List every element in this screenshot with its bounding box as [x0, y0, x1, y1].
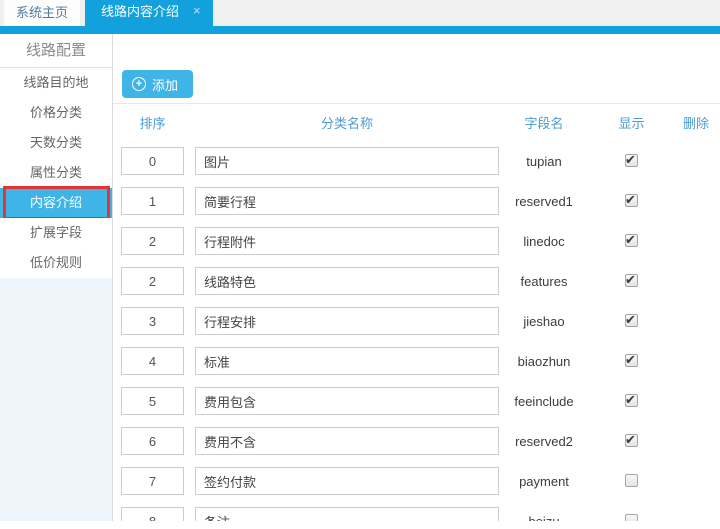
tab-label: 线路内容介绍	[101, 1, 179, 20]
sidebar: 线路配置 线路目的地 价格分类 天数分类 属性分类 内容介绍 扩展字段 低价规则	[0, 34, 113, 521]
display-cell	[589, 192, 674, 210]
name-input[interactable]	[195, 387, 499, 415]
table-row: reserved1	[113, 181, 720, 221]
display-checkbox[interactable]	[625, 274, 638, 287]
sort-input[interactable]	[121, 147, 184, 175]
field-name: tupian	[499, 154, 589, 169]
table-row: feeinclude	[113, 381, 720, 421]
main-layout: 线路配置 线路目的地 价格分类 天数分类 属性分类 内容介绍 扩展字段 低价规则…	[0, 34, 720, 521]
display-cell	[589, 152, 674, 170]
display-checkbox[interactable]	[625, 194, 638, 207]
table-row: reserved2	[113, 421, 720, 461]
sidebar-header: 线路配置	[0, 34, 112, 68]
sort-input[interactable]	[121, 307, 184, 335]
sidebar-item-days-category[interactable]: 天数分类	[0, 128, 112, 158]
table-body: tupian reserved1 linedoc	[113, 141, 720, 521]
display-cell	[589, 472, 674, 490]
name-input[interactable]	[195, 267, 499, 295]
header-display: 显示	[589, 113, 674, 132]
name-input[interactable]	[195, 347, 499, 375]
display-cell	[589, 512, 674, 521]
sort-input[interactable]	[121, 427, 184, 455]
table-row: linedoc	[113, 221, 720, 261]
name-input[interactable]	[195, 227, 499, 255]
sidebar-item-low-price-rules[interactable]: 低价规则	[0, 248, 112, 278]
display-checkbox[interactable]	[625, 154, 638, 167]
tab-system-home[interactable]: 系统主页	[4, 0, 80, 26]
field-name: feeinclude	[499, 394, 589, 409]
display-cell	[589, 312, 674, 330]
sort-input[interactable]	[121, 507, 184, 521]
display-cell	[589, 232, 674, 250]
sidebar-item-line-destination[interactable]: 线路目的地	[0, 68, 112, 98]
display-checkbox[interactable]	[625, 354, 638, 367]
display-checkbox[interactable]	[625, 394, 638, 407]
field-name: linedoc	[499, 234, 589, 249]
add-button-label: 添加	[152, 75, 178, 94]
name-input[interactable]	[195, 427, 499, 455]
display-checkbox[interactable]	[625, 314, 638, 327]
display-checkbox[interactable]	[625, 514, 638, 521]
close-icon[interactable]: ×	[193, 3, 201, 18]
display-cell	[589, 392, 674, 410]
toolbar: + 添加	[113, 70, 720, 104]
header-delete: 删除	[674, 113, 718, 132]
name-input[interactable]	[195, 187, 499, 215]
sort-input[interactable]	[121, 347, 184, 375]
field-name: beizu	[499, 514, 589, 522]
display-cell	[589, 432, 674, 450]
sidebar-item-content-intro[interactable]: 内容介绍	[0, 188, 112, 218]
table-row: biaozhun	[113, 341, 720, 381]
sidebar-item-extended-fields[interactable]: 扩展字段	[0, 218, 112, 248]
name-input[interactable]	[195, 147, 499, 175]
sort-input[interactable]	[121, 387, 184, 415]
display-checkbox[interactable]	[625, 234, 638, 247]
name-input[interactable]	[195, 467, 499, 495]
sort-input[interactable]	[121, 267, 184, 295]
sort-input[interactable]	[121, 227, 184, 255]
name-input[interactable]	[195, 307, 499, 335]
sidebar-item-label: 内容介绍	[30, 195, 82, 210]
content-panel: + 添加 排序 分类名称 字段名 显示 删除 tupian	[113, 34, 720, 521]
field-name: reserved2	[499, 434, 589, 449]
field-name: biaozhun	[499, 354, 589, 369]
table-row: jieshao	[113, 301, 720, 341]
header-name: 分类名称	[195, 113, 499, 132]
header-sort: 排序	[121, 113, 184, 132]
field-name: reserved1	[499, 194, 589, 209]
field-name: features	[499, 274, 589, 289]
display-checkbox[interactable]	[625, 474, 638, 487]
table-row: features	[113, 261, 720, 301]
sidebar-background	[0, 278, 112, 521]
add-button[interactable]: + 添加	[122, 70, 193, 98]
tabbar: 系统主页 线路内容介绍 ×	[0, 0, 720, 34]
field-name: payment	[499, 474, 589, 489]
table-row: tupian	[113, 141, 720, 181]
plus-circle-icon: +	[132, 77, 146, 91]
display-cell	[589, 272, 674, 290]
table-header-row: 排序 分类名称 字段名 显示 删除	[113, 104, 720, 141]
table-row: payment	[113, 461, 720, 501]
sort-input[interactable]	[121, 187, 184, 215]
table-row: beizu	[113, 501, 720, 521]
display-checkbox[interactable]	[625, 434, 638, 447]
display-cell	[589, 352, 674, 370]
field-name: jieshao	[499, 314, 589, 329]
tab-line-content-intro[interactable]: 线路内容介绍 ×	[85, 0, 213, 26]
sort-input[interactable]	[121, 467, 184, 495]
name-input[interactable]	[195, 507, 499, 521]
sidebar-item-price-category[interactable]: 价格分类	[0, 98, 112, 128]
header-field: 字段名	[499, 113, 589, 132]
sidebar-item-attribute-category[interactable]: 属性分类	[0, 158, 112, 188]
